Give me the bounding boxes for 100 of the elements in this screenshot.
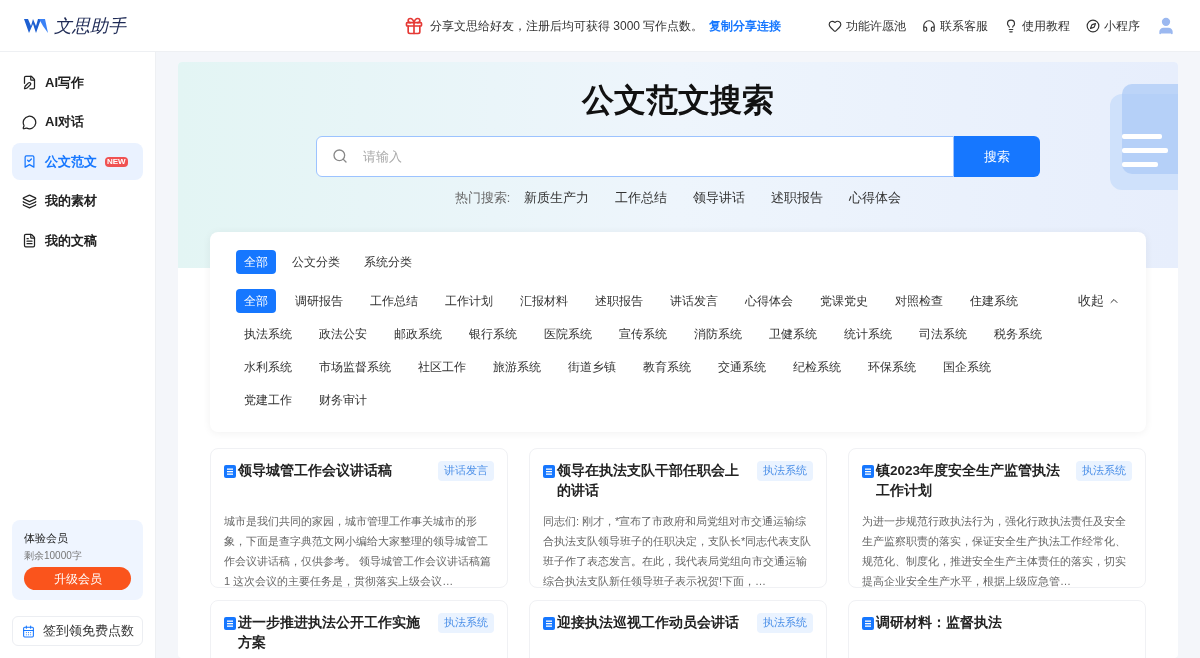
filter-tag[interactable]: 银行系统 bbox=[461, 322, 525, 346]
article-card[interactable]: 进一步推进执法公开工作实施方案 执法系统 bbox=[210, 600, 508, 658]
checkin-button[interactable]: 签到领免费点数 bbox=[12, 616, 143, 646]
article-title: 领导在执法支队干部任职会上的讲话 bbox=[557, 462, 740, 500]
filter-tag[interactable]: 消防系统 bbox=[686, 322, 750, 346]
filter-tag[interactable]: 司法系统 bbox=[911, 322, 975, 346]
article-title: 调研材料：监督执法 bbox=[876, 614, 1002, 632]
collapse-button[interactable]: 收起 bbox=[1078, 289, 1120, 313]
filter-tag[interactable]: 对照检查 bbox=[887, 289, 951, 313]
filter-tag[interactable]: 汇报材料 bbox=[512, 289, 576, 313]
headset-icon bbox=[922, 18, 936, 33]
category-tag: 执法系统 bbox=[757, 461, 813, 481]
filter-tag[interactable]: 环保系统 bbox=[860, 355, 924, 379]
sidebar-item[interactable]: 我的文稿 bbox=[12, 222, 143, 259]
calendar-icon bbox=[21, 624, 35, 638]
logo-icon bbox=[24, 16, 48, 35]
filter-tag[interactable]: 执法系统 bbox=[236, 322, 300, 346]
article-summary: 为进一步规范行政执法行为，强化行政执法责任及安全生产监察职责的落实，保证安全生产执法工作经常化、规范化、制度化，推进安全生产主体责任的落实，切实提高企业安全生产水平，根据上级应急管… bbox=[862, 514, 1127, 587]
filter-tag[interactable]: 纪检系统 bbox=[785, 355, 849, 379]
category-tag: 执法系统 bbox=[757, 613, 813, 633]
article-title: 领导城管工作会议讲话稿 bbox=[238, 462, 392, 480]
promo-text: 分享文思给好友，注册后均可获得 3000 写作点数。 bbox=[430, 17, 704, 35]
document-icon bbox=[862, 465, 874, 478]
filter-tag[interactable]: 邮政系统 bbox=[386, 322, 450, 346]
filter-tag[interactable]: 卫健系统 bbox=[761, 322, 825, 346]
page-title: 公文范文搜索 bbox=[582, 81, 774, 120]
avatar-icon[interactable] bbox=[1156, 15, 1176, 36]
article-card[interactable]: 镇2023年度安全生产监管执法工作计划 执法系统 为进一步规范行政执法行为，强化行政执法责任及安全生产监察职责的落实，保证安全生产执法工作经常化、规范化、制度化，推进安全生产主体责任的落实，切实提高企业安全生产水平，根据上级应急管… bbox=[848, 448, 1146, 588]
filter-tag[interactable]: 系统分类 bbox=[356, 250, 420, 274]
filter-tag[interactable]: 讲话发言 bbox=[662, 289, 726, 313]
hot-search-label: 热门搜索: bbox=[454, 190, 511, 207]
filter-tag[interactable]: 医院系统 bbox=[536, 322, 600, 346]
filter-tag[interactable]: 水利系统 bbox=[236, 355, 300, 379]
search-icon bbox=[332, 148, 348, 164]
filter-tag[interactable]: 市场监督系统 bbox=[311, 355, 399, 379]
filter-tag[interactable]: 工作计划 bbox=[437, 289, 501, 313]
sidebar-item[interactable]: 公文范文 NEW bbox=[12, 143, 143, 180]
new-badge: NEW bbox=[105, 156, 128, 167]
compass-icon bbox=[1086, 18, 1100, 33]
copy-link[interactable]: 复制分享连接 bbox=[709, 16, 782, 35]
chat-bubble-icon bbox=[22, 114, 37, 130]
article-summary: 同志们: 刚才，*宣布了市政府和局党组对市交通运输综合执法支队领导班子的任职决定，支队长*同志代表支队班子作了表态发言。在此，我代表局党组向市交通运输综合执法支队新任领导班子表示祝贺!下面，… bbox=[543, 514, 813, 587]
bookmark-icon bbox=[22, 154, 37, 169]
document-icon bbox=[224, 465, 236, 478]
document-icon bbox=[543, 465, 555, 478]
filter-tag[interactable]: 党课党史 bbox=[812, 289, 876, 313]
filter-tag[interactable]: 财务审计 bbox=[311, 388, 375, 412]
filter-tag[interactable]: 税务系统 bbox=[986, 322, 1050, 346]
article-title: 镇2023年度安全生产监管执法工作计划 bbox=[876, 462, 1062, 500]
filter-tag[interactable]: 全部 bbox=[236, 250, 276, 274]
search-button[interactable]: 搜索 bbox=[954, 136, 1040, 177]
filter-tag[interactable]: 教育系统 bbox=[635, 355, 699, 379]
category-tag: 讲话发言 bbox=[438, 461, 494, 481]
gift-icon bbox=[404, 15, 424, 36]
header-link[interactable]: 功能许愿池 bbox=[828, 16, 906, 35]
sidebar-item[interactable]: 我的素材 bbox=[12, 182, 143, 220]
filter-tag[interactable]: 党建工作 bbox=[236, 388, 300, 412]
document-icon bbox=[862, 617, 874, 630]
article-card[interactable]: 调研材料：监督执法 bbox=[848, 600, 1146, 658]
pen-document-icon bbox=[22, 75, 37, 90]
filter-tag[interactable]: 宣传系统 bbox=[611, 322, 675, 346]
filter-tag[interactable]: 调研报告 bbox=[287, 289, 351, 313]
header-link[interactable]: 使用教程 bbox=[1004, 16, 1070, 35]
filter-tag[interactable]: 旅游系统 bbox=[485, 355, 549, 379]
filter-tag[interactable]: 心得体会 bbox=[737, 289, 801, 313]
member-title: 体验会员 bbox=[24, 530, 69, 546]
article-card[interactable]: 迎接执法巡视工作动员会讲话 执法系统 bbox=[529, 600, 827, 658]
filter-tag[interactable]: 述职报告 bbox=[587, 289, 651, 313]
filter-tag[interactable]: 住建系统 bbox=[962, 289, 1026, 313]
hot-search-link[interactable]: 述职报告 bbox=[771, 189, 824, 208]
logo-text: 文思助手 bbox=[54, 14, 126, 38]
article-card[interactable]: 领导在执法支队干部任职会上的讲话 执法系统 同志们: 刚才，*宣布了市政府和局党组对市交通运输综合执法支队领导班子的任职决定，支队长*同志代表支队班子作了表态发言。在此，我代表局党组向市交通运输综合执法支队新任领导班子表示祝贺!下面，… bbox=[529, 448, 827, 588]
remaining-words: 剩余10000字 bbox=[24, 549, 83, 563]
filter-tag[interactable]: 公文分类 bbox=[284, 250, 348, 274]
header-link[interactable]: 小程序 bbox=[1086, 16, 1140, 35]
search-field[interactable]: 请输入 bbox=[316, 136, 954, 177]
document-icon bbox=[22, 233, 37, 248]
hot-search-link[interactable]: 心得体会 bbox=[849, 189, 902, 208]
filter-tag[interactable]: 统计系统 bbox=[836, 322, 900, 346]
filter-tag[interactable]: 街道乡镇 bbox=[560, 355, 624, 379]
hot-search-link[interactable]: 新质生产力 bbox=[524, 189, 590, 208]
filter-tag[interactable]: 工作总结 bbox=[362, 289, 426, 313]
header-link[interactable]: 联系客服 bbox=[922, 16, 988, 35]
lightbulb-icon bbox=[1004, 18, 1018, 33]
filter-tag[interactable]: 社区工作 bbox=[410, 355, 474, 379]
filter-tag[interactable]: 全部 bbox=[236, 289, 276, 313]
sidebar-item[interactable]: AI对话 bbox=[12, 103, 143, 141]
filter-tag[interactable]: 交通系统 bbox=[710, 355, 774, 379]
article-title: 进一步推进执法公开工作实施方案 bbox=[238, 614, 421, 652]
layers-icon bbox=[22, 193, 37, 209]
hot-search-link[interactable]: 领导讲话 bbox=[693, 189, 746, 208]
sidebar-item[interactable]: AI写作 bbox=[12, 64, 143, 101]
article-summary: 城市是我们共同的家园，城市管理工作事关城市的形象，下面是查字典范文网小编给大家整理的领导城管工作会议讲话稿，仅供参考。 领导城管工作会议讲话稿篇1 这次会议的主要任务是，贯彻落实上级会议… bbox=[224, 514, 493, 587]
article-card[interactable]: 领导城管工作会议讲话稿 讲话发言 城市是我们共同的家园，城市管理工作事关城市的形象，下面是查字典范文网小编给大家整理的领导城管工作会议讲话稿，仅供参考。 领导城管工作会议讲话稿篇1 这次会议的主要任务是，贯彻落实上级会议… bbox=[210, 448, 508, 588]
article-title: 迎接执法巡视工作动员会讲话 bbox=[557, 614, 739, 632]
filter-tag[interactable]: 政法公安 bbox=[311, 322, 375, 346]
hot-search-link[interactable]: 工作总结 bbox=[615, 189, 668, 208]
document-icon bbox=[543, 617, 555, 630]
document-icon bbox=[224, 617, 236, 630]
filter-tag[interactable]: 国企系统 bbox=[935, 355, 999, 379]
